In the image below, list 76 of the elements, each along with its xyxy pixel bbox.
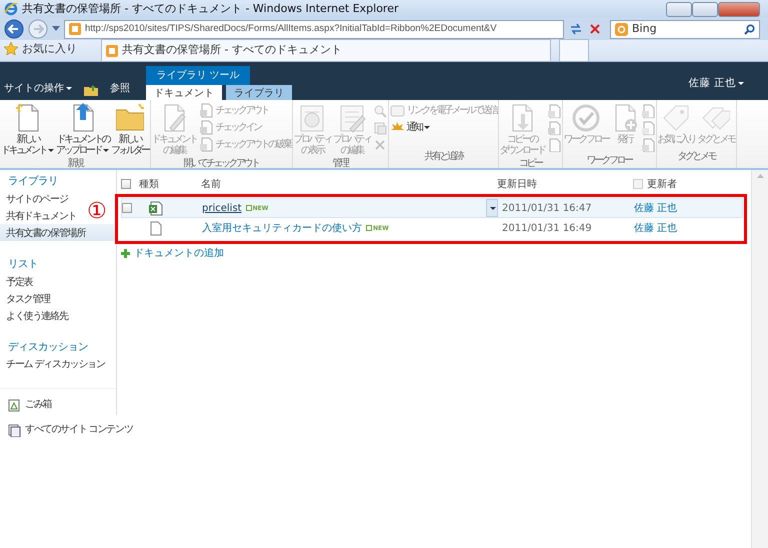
ribbon-group-label: 開いてチェックアウト xyxy=(182,157,260,171)
new-tab-button[interactable] xyxy=(559,39,589,61)
new-icon xyxy=(366,225,372,231)
maximize-button[interactable] xyxy=(692,2,718,16)
ribbon-button[interactable]: 通知 xyxy=(390,119,496,136)
page-icon xyxy=(69,23,81,35)
select-all-checkbox[interactable] xyxy=(121,179,131,189)
column-header[interactable]: 種類 xyxy=(139,176,159,192)
document-link[interactable]: 入室用セキュリティカードの使い方 xyxy=(202,220,362,236)
sidebar-item[interactable]: チーム ディスカッション xyxy=(0,355,111,372)
dropdown-icon[interactable] xyxy=(52,26,60,32)
ribbon-group-label: 管理 xyxy=(332,157,349,171)
add-document-link[interactable]: ドキュメントの追加 xyxy=(134,246,224,261)
sidebar-heading[interactable]: ライブラリ xyxy=(0,174,116,190)
document-icon xyxy=(148,220,163,236)
sidebar-link[interactable]: すべてのサイト コンテンツ xyxy=(25,422,133,440)
close-button[interactable] xyxy=(718,2,760,16)
spreadsheet-icon xyxy=(148,200,163,216)
ribbon-tab[interactable]: ライブラリ xyxy=(226,85,292,100)
scrollbar[interactable] xyxy=(751,170,768,548)
ribbon-button[interactable]: 新しい フォルダー xyxy=(111,102,148,156)
ribbon-group-label: コピー xyxy=(518,157,543,171)
ribbon-group-label: タグとメモ xyxy=(676,150,716,164)
sidebar-item[interactable]: 共有文書の保管場所 xyxy=(0,224,116,241)
sidebar-item[interactable]: よく使う連絡先 xyxy=(0,306,74,324)
site-contents-icon xyxy=(8,424,21,438)
ribbon-button[interactable]: 新しい ドキュメント xyxy=(1,102,54,156)
star-icon xyxy=(4,42,18,56)
sidebar-heading[interactable]: リスト xyxy=(0,256,116,272)
sidebar-link[interactable]: ごみ箱 xyxy=(25,397,52,414)
document-link[interactable]: pricelist xyxy=(202,200,242,216)
scroll-up-icon[interactable] xyxy=(756,174,764,178)
date-text: 2011/01/31 16:49 xyxy=(502,222,592,234)
square-icon xyxy=(633,179,643,189)
ribbon-button[interactable]: ドキュメントの アップロード xyxy=(56,102,109,156)
sidebar-heading[interactable]: ディスカッション xyxy=(0,340,116,356)
favorites-button[interactable]: お気に入り xyxy=(22,40,77,57)
ribbon-group-label: ワークフロー xyxy=(586,154,633,168)
ribbon-tab[interactable]: ドキュメント xyxy=(146,85,222,100)
row-checkbox[interactable] xyxy=(122,203,132,213)
minimize-button[interactable] xyxy=(666,2,692,16)
folder-up-icon xyxy=(84,84,98,96)
recycle-bin-icon xyxy=(8,399,21,412)
ribbon-group-label: 共有と追跡 xyxy=(423,150,464,164)
column-header[interactable]: 更新日時 xyxy=(497,176,537,192)
user-menu[interactable]: 佐藤 正也 xyxy=(688,76,744,92)
address-field[interactable]: http://sps2010/sites/TIPS/SharedDocs/Forms/AllItems.aspx?InitialTabId=Ribbon%2EDocument&V xyxy=(64,20,564,38)
page-icon xyxy=(106,44,118,56)
author-link[interactable]: 佐藤 正也 xyxy=(634,202,678,214)
back-icon[interactable] xyxy=(4,19,24,39)
sidebar-item[interactable]: 共有ドキュメント xyxy=(0,206,82,224)
sidebar-item[interactable]: サイトのページ xyxy=(0,190,74,207)
sidebar-item[interactable]: 予定表 xyxy=(0,272,38,290)
author-link[interactable]: 佐藤 正也 xyxy=(634,222,678,234)
search-field[interactable]: Bing xyxy=(610,20,760,38)
browser-tab[interactable]: 共有文書の保管場所 - すべてのドキュメント xyxy=(101,39,551,61)
item-menu-button[interactable] xyxy=(486,199,498,217)
date-text: 2011/01/31 16:47 xyxy=(502,202,592,214)
window-title: 共有文書の保管場所 - すべてのドキュメント - Windows Internet Explorer xyxy=(22,0,400,17)
new-icon xyxy=(246,205,252,211)
search-icon[interactable] xyxy=(744,24,755,34)
site-actions-menu[interactable]: サイトの操作 xyxy=(0,81,72,100)
browser-logo-icon xyxy=(4,2,18,16)
annotation-number: ① xyxy=(87,201,107,223)
new-document-icon xyxy=(14,102,42,134)
browse-tab[interactable]: 参照 xyxy=(110,81,130,100)
stop-icon[interactable] xyxy=(588,22,602,36)
refresh-icon[interactable] xyxy=(568,21,584,37)
ribbon-tools-label: ライブラリ ツール xyxy=(146,66,250,85)
search-engine-icon xyxy=(615,22,628,36)
workflow-icon xyxy=(572,102,600,134)
column-header[interactable]: 名前 xyxy=(201,176,221,192)
plus-icon xyxy=(121,249,130,258)
sidebar-item[interactable]: タスク管理 xyxy=(0,290,56,306)
column-header[interactable]: 更新者 xyxy=(647,176,677,192)
ribbon-group-label: 新規 xyxy=(66,156,84,171)
